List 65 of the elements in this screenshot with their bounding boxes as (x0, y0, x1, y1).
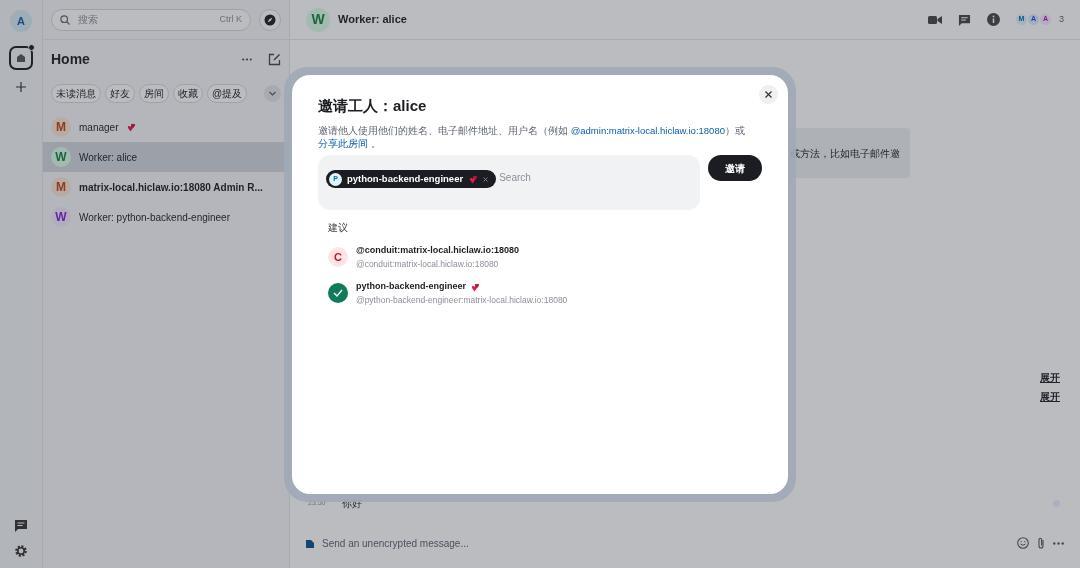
room-name: Worker: python-backend-engineer (79, 210, 230, 225)
dialog-description: 邀请他人使用他们的姓名、电子邮件地址、用户名（例如 @admin:matrix-local.hiclaw.io:18080）或 分享此房间 。 (318, 123, 746, 152)
suggestion-id: @conduit:matrix-local.hiclaw.io:18080 (356, 257, 500, 271)
room-name: Worker: alice (79, 150, 138, 165)
expand-link[interactable]: 展开 (1040, 389, 1060, 404)
suggestion-item[interactable]: python-backend-engineer @python-backend-engineer:matrix-local.hiclaw.io:18080 (318, 275, 762, 312)
threads-icon[interactable] (958, 13, 971, 26)
explore-button[interactable] (259, 8, 281, 31)
attachment-icon[interactable] (1037, 537, 1045, 549)
home-icon (16, 53, 26, 63)
chat-icon[interactable] (14, 519, 28, 532)
filter-chip[interactable]: 未读消息 (51, 83, 101, 103)
remove-icon[interactable] (483, 176, 489, 182)
more-icon[interactable] (242, 57, 252, 61)
settings-icon[interactable] (14, 544, 28, 558)
room-item[interactable]: M manager (43, 112, 289, 142)
user-avatar[interactable]: A (10, 10, 32, 32)
room-name: matrix-local.hiclaw.io:18080 Admin R... (79, 180, 263, 195)
close-button[interactable] (759, 85, 778, 104)
search-icon (60, 14, 70, 25)
expand-link[interactable]: 展开 (1040, 370, 1060, 385)
compass-icon (264, 13, 276, 26)
compose-icon[interactable] (268, 52, 281, 66)
search-placeholder: 搜索 (78, 13, 98, 27)
room-avatar: W (51, 207, 71, 227)
room-item[interactable]: W Worker: python-backend-engineer (43, 202, 289, 232)
link[interactable]: @admin:matrix-local.hiclaw.io:18080 (570, 124, 725, 136)
check-icon (328, 283, 348, 304)
hearts-icon (468, 174, 479, 184)
emoji-icon[interactable] (1017, 537, 1029, 549)
sidebar-title: Home (51, 49, 90, 69)
suggestion-item[interactable]: C @conduit:matrix-local.hiclaw.io:18080 @conduit:matrix-local.hiclaw.io:18080 (318, 239, 762, 276)
suggestion-name: python-backend-engineer (356, 280, 466, 294)
suggestion-id: @python-backend-engineer:matrix-local.hiclaw.io:18080 (356, 293, 568, 307)
user-avatar: C (328, 247, 348, 268)
chevron-icon (269, 90, 276, 96)
member-count: 3 (1059, 12, 1064, 26)
invite-button[interactable]: 邀请 (708, 155, 762, 182)
message-text: 你好 (341, 497, 362, 511)
notice-text: 或方法，比如电子邮件邀 (790, 146, 900, 161)
unencrypted-icon (306, 538, 314, 548)
filter-chip[interactable]: @提及 (207, 83, 248, 103)
more-icon[interactable] (1053, 541, 1064, 545)
video-call-icon[interactable] (928, 14, 942, 25)
room-name: manager (79, 120, 119, 135)
filter-chip[interactable]: 好友 (105, 83, 135, 103)
suggestions-heading: 建议 (328, 221, 348, 236)
home-button[interactable] (9, 46, 33, 70)
room-title: Worker: alice (338, 12, 407, 28)
link[interactable]: 分享此房间 (318, 138, 368, 150)
filter-chip[interactable]: 收藏 (173, 83, 203, 103)
dialog-title: 邀请工人：alice (318, 96, 427, 116)
info-icon[interactable] (987, 13, 1000, 26)
room-avatar: W (51, 147, 71, 167)
expand-filters-button[interactable] (264, 84, 281, 102)
message-input[interactable]: Send an unencrypted message... (322, 535, 1009, 551)
room-avatar: M (51, 117, 71, 137)
search-placeholder: Search (499, 171, 531, 186)
room-item[interactable]: M matrix-local.hiclaw.io:18080 Admin R... (43, 172, 289, 202)
shortcut-hint: Ctrl K (219, 12, 242, 26)
close-icon (765, 91, 772, 98)
add-icon[interactable] (16, 82, 26, 92)
suggestion-name: @conduit:matrix-local.hiclaw.io:18080 (356, 244, 519, 258)
filter-chip[interactable]: 房间 (139, 83, 169, 103)
room-avatar: M (51, 177, 71, 197)
